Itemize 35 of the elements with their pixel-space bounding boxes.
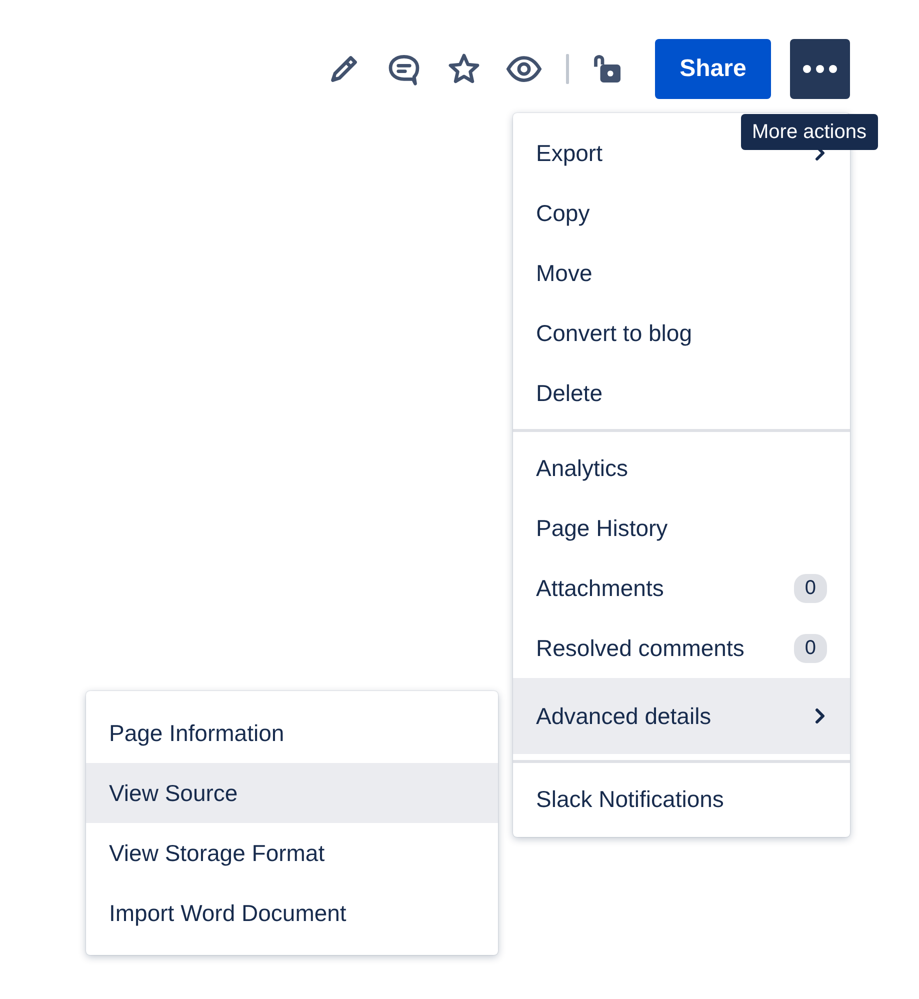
menu-item-label: Delete [536,380,604,406]
menu-item[interactable]: Resolved comments 0 [513,618,850,678]
menu-item[interactable]: Analytics [513,438,850,498]
menu-item-label: Copy [536,200,591,226]
menu-item[interactable]: Advanced details [513,678,850,754]
menu-item-label: View Source [109,780,239,806]
menu-item[interactable]: Convert to blog [513,303,850,363]
menu-item[interactable]: Page Information [86,703,498,763]
menu-item[interactable]: View Storage Format [86,823,498,883]
menu-item-label: Resolved comments [536,634,746,662]
menu-item[interactable]: Move [513,243,850,303]
menu-item-label: Attachments [536,574,665,602]
more-actions-button[interactable] [790,39,850,99]
menu-item-label: Slack Notifications [536,786,725,812]
menu-item-label: Analytics [536,454,630,482]
menu-item[interactable]: Copy [513,183,850,243]
more-icon [802,64,838,74]
menu-item-label: Page Information [109,720,286,746]
count-badge: 0 [794,574,827,602]
menu-item-label: Import Word Document [109,900,348,926]
count-badge: 0 [794,634,827,662]
menu-item-label: Advanced details [536,702,712,730]
menu-item[interactable]: Import Word Document [86,883,498,943]
menu-item[interactable]: Page History [513,498,850,558]
menu-item-label: View Storage Format [109,840,326,866]
menu-item-label: Export [536,140,604,166]
menu-item[interactable]: Delete [513,363,850,423]
menu-item[interactable]: View Source [86,763,498,823]
share-button[interactable]: Share [655,39,771,99]
menu-item[interactable]: Slack Notifications [513,769,850,829]
menu-item-label: Convert to blog [536,320,693,346]
menu-item-label: Page History [536,514,669,542]
menu-item[interactable]: Attachments 0 [513,558,850,618]
menu-item-label: Move [536,260,594,286]
tooltip: More actions [741,114,878,150]
